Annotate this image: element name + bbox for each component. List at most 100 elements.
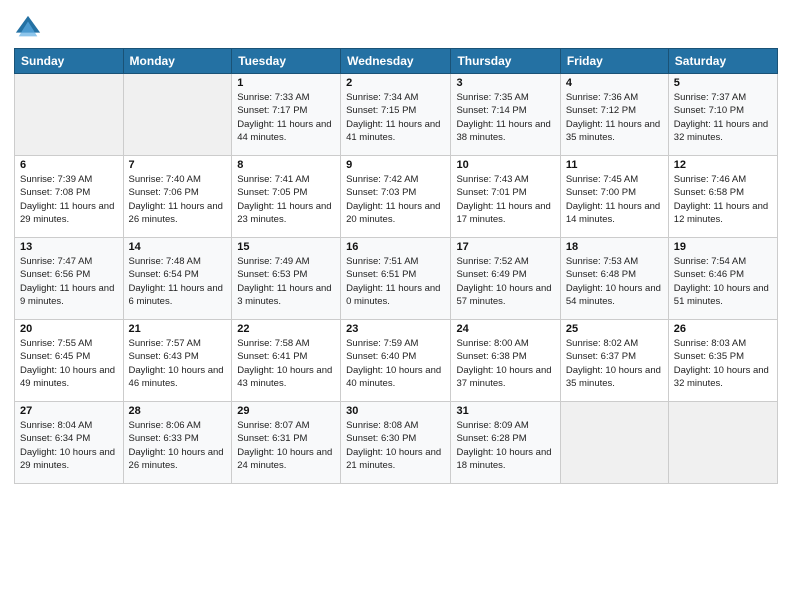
day-info: Sunrise: 7:53 AM Sunset: 6:48 PM Dayligh… <box>566 255 663 308</box>
calendar-cell: 20 Sunrise: 7:55 AM Sunset: 6:45 PM Dayli… <box>15 320 124 402</box>
day-number: 25 <box>566 323 663 335</box>
calendar-cell: 17Sunrise: 7:52 AM Sunset: 6:49 PM Dayli… <box>451 238 560 320</box>
calendar-cell: 28 Sunrise: 8:06 AM Sunset: 6:33 PM Dayli… <box>123 402 232 484</box>
day-info: Sunrise: 7:49 AM Sunset: 6:53 PM Dayligh… <box>237 255 335 308</box>
day-number: 7 <box>129 159 227 171</box>
week-row-2: 6 Sunrise: 7:39 AM Sunset: 7:08 PM Daylig… <box>15 156 778 238</box>
day-number: 3 <box>456 77 554 89</box>
calendar-cell: 31Sunrise: 8:09 AM Sunset: 6:28 PM Dayli… <box>451 402 560 484</box>
calendar-cell: 11 Sunrise: 7:45 AM Sunset: 7:00 PM Dayli… <box>560 156 668 238</box>
week-row-1: 1 Sunrise: 7:33 AM Sunset: 7:17 PM Daylig… <box>15 74 778 156</box>
day-info: Sunrise: 8:00 AM Sunset: 6:38 PM Dayligh… <box>456 337 554 390</box>
calendar-body: 1 Sunrise: 7:33 AM Sunset: 7:17 PM Daylig… <box>15 74 778 484</box>
calendar-cell <box>560 402 668 484</box>
calendar-cell <box>15 74 124 156</box>
header-cell-wednesday: Wednesday <box>341 49 451 74</box>
day-info: Sunrise: 7:59 AM Sunset: 6:40 PM Dayligh… <box>346 337 445 390</box>
day-number: 11 <box>566 159 663 171</box>
day-number: 1 <box>237 77 335 89</box>
calendar-cell: 14 Sunrise: 7:48 AM Sunset: 6:54 PM Dayli… <box>123 238 232 320</box>
day-number: 19 <box>674 241 772 253</box>
header-row: SundayMondayTuesdayWednesdayThursdayFrid… <box>15 49 778 74</box>
day-info: Sunrise: 8:09 AM Sunset: 6:28 PM Dayligh… <box>456 419 554 472</box>
calendar-header: SundayMondayTuesdayWednesdayThursdayFrid… <box>15 49 778 74</box>
logo-icon <box>14 14 42 42</box>
calendar-cell <box>668 402 777 484</box>
calendar-cell: 21 Sunrise: 7:57 AM Sunset: 6:43 PM Dayli… <box>123 320 232 402</box>
day-number: 28 <box>129 405 227 417</box>
week-row-3: 13Sunrise: 7:47 AM Sunset: 6:56 PM Dayli… <box>15 238 778 320</box>
day-info: Sunrise: 7:45 AM Sunset: 7:00 PM Dayligh… <box>566 173 663 226</box>
day-info: Sunrise: 8:04 AM Sunset: 6:34 PM Dayligh… <box>20 419 118 472</box>
day-number: 30 <box>346 405 445 417</box>
calendar-cell: 4Sunrise: 7:36 AM Sunset: 7:12 PM Daylig… <box>560 74 668 156</box>
calendar-cell: 23 Sunrise: 7:59 AM Sunset: 6:40 PM Dayli… <box>341 320 451 402</box>
calendar-cell: 22 Sunrise: 7:58 AM Sunset: 6:41 PM Dayli… <box>232 320 341 402</box>
day-number: 16 <box>346 241 445 253</box>
day-number: 21 <box>129 323 227 335</box>
day-info: Sunrise: 7:43 AM Sunset: 7:01 PM Dayligh… <box>456 173 554 226</box>
calendar-cell: 12 Sunrise: 7:46 AM Sunset: 6:58 PM Dayli… <box>668 156 777 238</box>
week-row-4: 20 Sunrise: 7:55 AM Sunset: 6:45 PM Dayli… <box>15 320 778 402</box>
day-number: 5 <box>674 77 772 89</box>
day-number: 13 <box>20 241 118 253</box>
calendar-cell: 6 Sunrise: 7:39 AM Sunset: 7:08 PM Daylig… <box>15 156 124 238</box>
day-number: 29 <box>237 405 335 417</box>
calendar-cell: 8 Sunrise: 7:41 AM Sunset: 7:05 PM Daylig… <box>232 156 341 238</box>
day-number: 22 <box>237 323 335 335</box>
day-number: 23 <box>346 323 445 335</box>
day-info: Sunrise: 7:55 AM Sunset: 6:45 PM Dayligh… <box>20 337 118 390</box>
day-number: 8 <box>237 159 335 171</box>
calendar-cell: 27 Sunrise: 8:04 AM Sunset: 6:34 PM Dayli… <box>15 402 124 484</box>
day-info: Sunrise: 8:08 AM Sunset: 6:30 PM Dayligh… <box>346 419 445 472</box>
header-cell-monday: Monday <box>123 49 232 74</box>
calendar-table: SundayMondayTuesdayWednesdayThursdayFrid… <box>14 48 778 484</box>
day-number: 6 <box>20 159 118 171</box>
day-info: Sunrise: 7:39 AM Sunset: 7:08 PM Dayligh… <box>20 173 118 226</box>
header-cell-thursday: Thursday <box>451 49 560 74</box>
day-info: Sunrise: 8:03 AM Sunset: 6:35 PM Dayligh… <box>674 337 772 390</box>
day-number: 20 <box>20 323 118 335</box>
day-info: Sunrise: 7:51 AM Sunset: 6:51 PM Dayligh… <box>346 255 445 308</box>
day-number: 26 <box>674 323 772 335</box>
calendar-cell: 13Sunrise: 7:47 AM Sunset: 6:56 PM Dayli… <box>15 238 124 320</box>
calendar-cell: 18Sunrise: 7:53 AM Sunset: 6:48 PM Dayli… <box>560 238 668 320</box>
calendar-cell: 3 Sunrise: 7:35 AM Sunset: 7:14 PM Daylig… <box>451 74 560 156</box>
day-info: Sunrise: 8:06 AM Sunset: 6:33 PM Dayligh… <box>129 419 227 472</box>
calendar-cell: 25Sunrise: 8:02 AM Sunset: 6:37 PM Dayli… <box>560 320 668 402</box>
calendar-cell: 26 Sunrise: 8:03 AM Sunset: 6:35 PM Dayli… <box>668 320 777 402</box>
day-info: Sunrise: 7:58 AM Sunset: 6:41 PM Dayligh… <box>237 337 335 390</box>
calendar-cell: 2 Sunrise: 7:34 AM Sunset: 7:15 PM Daylig… <box>341 74 451 156</box>
day-info: Sunrise: 7:54 AM Sunset: 6:46 PM Dayligh… <box>674 255 772 308</box>
day-info: Sunrise: 7:34 AM Sunset: 7:15 PM Dayligh… <box>346 91 445 144</box>
day-number: 10 <box>456 159 554 171</box>
day-info: Sunrise: 7:33 AM Sunset: 7:17 PM Dayligh… <box>237 91 335 144</box>
day-number: 4 <box>566 77 663 89</box>
day-info: Sunrise: 7:40 AM Sunset: 7:06 PM Dayligh… <box>129 173 227 226</box>
header-cell-friday: Friday <box>560 49 668 74</box>
day-info: Sunrise: 7:48 AM Sunset: 6:54 PM Dayligh… <box>129 255 227 308</box>
day-info: Sunrise: 7:41 AM Sunset: 7:05 PM Dayligh… <box>237 173 335 226</box>
calendar-cell: 1 Sunrise: 7:33 AM Sunset: 7:17 PM Daylig… <box>232 74 341 156</box>
week-row-5: 27 Sunrise: 8:04 AM Sunset: 6:34 PM Dayli… <box>15 402 778 484</box>
day-number: 15 <box>237 241 335 253</box>
day-info: Sunrise: 7:35 AM Sunset: 7:14 PM Dayligh… <box>456 91 554 144</box>
day-number: 27 <box>20 405 118 417</box>
day-number: 24 <box>456 323 554 335</box>
day-info: Sunrise: 7:46 AM Sunset: 6:58 PM Dayligh… <box>674 173 772 226</box>
header <box>14 10 778 42</box>
logo <box>14 14 46 42</box>
day-info: Sunrise: 7:37 AM Sunset: 7:10 PM Dayligh… <box>674 91 772 144</box>
calendar-cell: 10 Sunrise: 7:43 AM Sunset: 7:01 PM Dayli… <box>451 156 560 238</box>
calendar-cell: 16 Sunrise: 7:51 AM Sunset: 6:51 PM Dayli… <box>341 238 451 320</box>
calendar-cell <box>123 74 232 156</box>
calendar-cell: 9Sunrise: 7:42 AM Sunset: 7:03 PM Daylig… <box>341 156 451 238</box>
day-number: 2 <box>346 77 445 89</box>
day-info: Sunrise: 7:52 AM Sunset: 6:49 PM Dayligh… <box>456 255 554 308</box>
calendar-cell: 24 Sunrise: 8:00 AM Sunset: 6:38 PM Dayli… <box>451 320 560 402</box>
calendar-cell: 30 Sunrise: 8:08 AM Sunset: 6:30 PM Dayli… <box>341 402 451 484</box>
day-number: 14 <box>129 241 227 253</box>
day-info: Sunrise: 7:57 AM Sunset: 6:43 PM Dayligh… <box>129 337 227 390</box>
day-number: 12 <box>674 159 772 171</box>
calendar-cell: 15 Sunrise: 7:49 AM Sunset: 6:53 PM Dayli… <box>232 238 341 320</box>
